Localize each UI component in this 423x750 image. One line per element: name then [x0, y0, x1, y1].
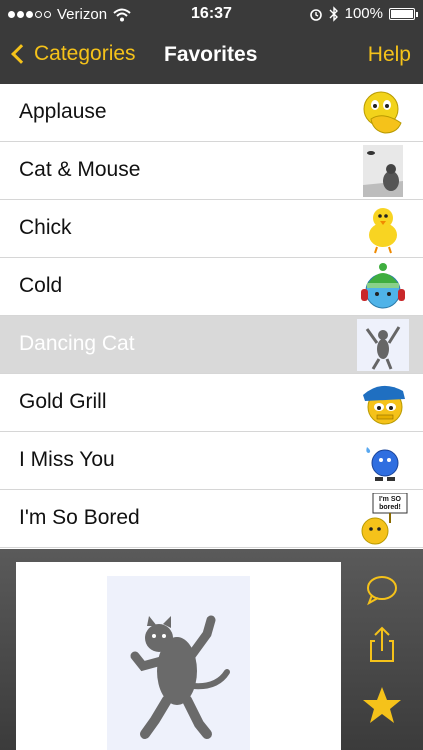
list-item[interactable]: I'm So Bored I'm SO bored!: [0, 490, 423, 548]
gold-grill-emoticon-icon: [363, 385, 405, 425]
bluetooth-icon: [329, 5, 338, 22]
list-item-selected[interactable]: Dancing Cat: [0, 316, 423, 374]
favorites-list: Applause Cat & Mouse Chick Cold Dancing …: [0, 84, 423, 549]
back-button-label: Categories: [34, 42, 136, 65]
alarm-icon: [309, 8, 322, 21]
list-item-label: I Miss You: [19, 448, 115, 471]
crying-emoticon-icon: [366, 447, 399, 481]
list-item[interactable]: Chick: [0, 200, 423, 258]
list-item[interactable]: Applause: [0, 84, 423, 142]
list-item-label: Dancing Cat: [19, 332, 135, 355]
animation-preview[interactable]: [16, 562, 341, 750]
favorite-button[interactable]: star-icon: [360, 683, 404, 727]
bored-sign-text-2: bored!: [379, 504, 401, 511]
list-item-label: Gold Grill: [19, 390, 107, 413]
chick-icon: [369, 208, 397, 254]
list-item[interactable]: Gold Grill: [0, 374, 423, 432]
navigation-bar: Categories Favorites Help: [0, 30, 423, 84]
bored-sign-text-1: I'm SO: [379, 496, 401, 503]
status-right: 100%: [309, 5, 418, 22]
list-item-label: Applause: [19, 100, 107, 123]
dancing-cat-preview-icon: [107, 576, 250, 750]
page-title: Favorites: [164, 43, 258, 66]
list-item-label: Cat & Mouse: [19, 158, 141, 181]
dancing-cat-icon: [357, 319, 409, 371]
help-button[interactable]: Help: [368, 43, 411, 67]
applause-emoticon-icon: [363, 91, 402, 134]
list-item[interactable]: I Miss You: [0, 432, 423, 490]
battery-icon: [389, 7, 418, 20]
list-item[interactable]: Cold: [0, 258, 423, 316]
cat-mouse-photo-icon: [363, 145, 403, 197]
bored-sign-emoticon-icon: I'm SO bored!: [361, 493, 408, 545]
status-bar: Verizon 16:37 100%: [0, 0, 423, 30]
chevron-left-icon: [11, 44, 31, 64]
list-item-label: Cold: [19, 274, 63, 297]
battery-percent: 100%: [344, 5, 383, 22]
list-item[interactable]: Cat & Mouse: [0, 142, 423, 200]
back-button[interactable]: Categories: [10, 42, 136, 66]
cold-emoticon-icon: [361, 263, 405, 309]
list-item-label: I'm So Bored: [19, 506, 140, 529]
preview-panel: speech-bubble-icon share-icon star-icon: [0, 549, 423, 750]
list-item-label: Chick: [19, 216, 72, 239]
comment-button[interactable]: speech-bubble-icon: [360, 569, 404, 613]
share-button[interactable]: share-icon: [360, 623, 404, 667]
